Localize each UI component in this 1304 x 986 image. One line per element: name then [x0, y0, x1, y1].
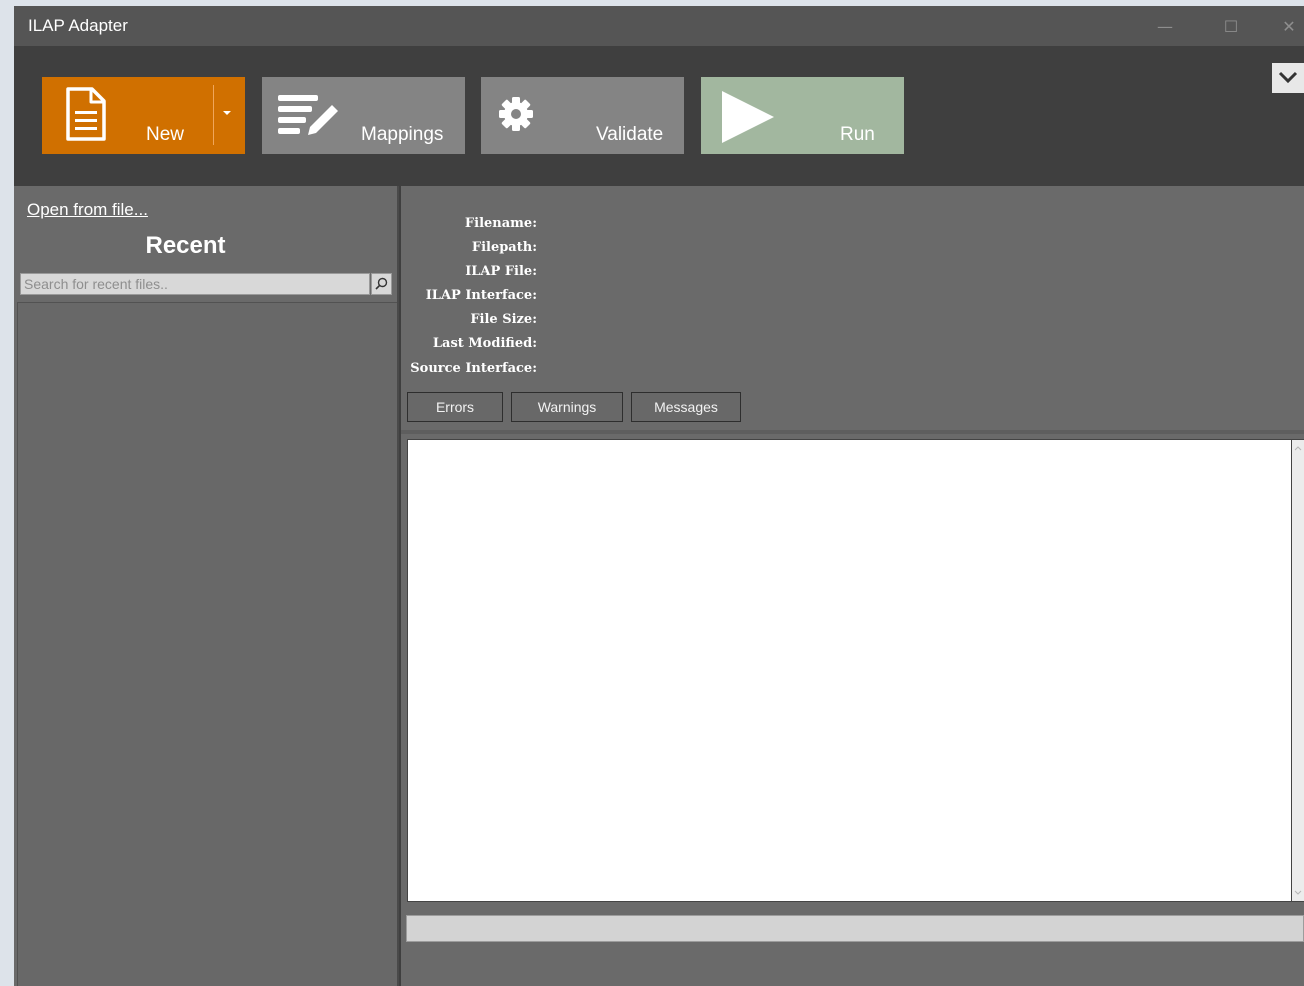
chevron-down-icon	[1278, 69, 1298, 88]
play-icon	[720, 89, 776, 149]
minimize-button[interactable]: —	[1140, 6, 1190, 46]
filepath-label: Filepath:	[471, 240, 537, 255]
caret-down-icon	[223, 111, 231, 115]
mappings-button[interactable]: Mappings	[262, 77, 465, 154]
title-bar: ILAP Adapter — ☐ ✕	[14, 6, 1304, 46]
ilap-interface-label: ILAP Interface:	[425, 288, 537, 303]
output-scrollbar[interactable]	[1292, 439, 1304, 902]
scroll-down-icon[interactable]	[1292, 887, 1304, 899]
recent-search-input[interactable]	[20, 273, 370, 295]
edit-list-icon	[276, 91, 342, 143]
run-button[interactable]: Run	[701, 77, 904, 154]
scroll-up-icon[interactable]	[1292, 442, 1304, 454]
maximize-button[interactable]: ☐	[1206, 6, 1256, 46]
divider	[401, 430, 1304, 434]
details-panel: Filename: Filepath: ILAP File: ILAP Inte…	[401, 186, 1304, 986]
search-icon	[375, 275, 388, 294]
new-dropdown-button[interactable]	[214, 77, 245, 154]
source-interface-label: Source Interface:	[410, 361, 537, 376]
file-size-label: File Size:	[470, 312, 537, 327]
recent-files-list[interactable]	[17, 302, 397, 986]
mappings-label: Mappings	[361, 124, 444, 145]
recent-files-panel: Open from file... Recent	[14, 186, 399, 986]
gear-icon	[497, 95, 535, 137]
open-from-file-link[interactable]: Open from file...	[27, 200, 148, 220]
new-label: New	[146, 124, 185, 145]
tab-warnings[interactable]: Warnings	[511, 392, 623, 422]
ribbon-toolbar: New Mappings Validate Run	[14, 46, 1304, 186]
run-label: Run	[840, 124, 875, 145]
tab-errors[interactable]: Errors	[407, 392, 503, 422]
output-text-area[interactable]	[407, 439, 1292, 902]
validate-label: Validate	[596, 124, 664, 145]
collapse-ribbon-button[interactable]	[1272, 63, 1304, 93]
filename-label: Filename:	[464, 216, 537, 231]
new-button[interactable]: New	[42, 77, 245, 154]
ilap-file-label: ILAP File:	[465, 264, 537, 279]
recent-heading: Recent	[145, 232, 226, 259]
status-bar	[406, 915, 1304, 942]
search-button[interactable]	[371, 273, 392, 295]
validate-button[interactable]: Validate	[481, 77, 684, 154]
close-button[interactable]: ✕	[1264, 6, 1304, 46]
app-window: ILAP Adapter — ☐ ✕ New Mappings Validate…	[14, 6, 1304, 986]
window-title: ILAP Adapter	[28, 16, 128, 35]
document-icon	[64, 86, 108, 146]
tab-messages[interactable]: Messages	[631, 392, 741, 422]
last-modified-label: Last Modified:	[432, 336, 537, 351]
